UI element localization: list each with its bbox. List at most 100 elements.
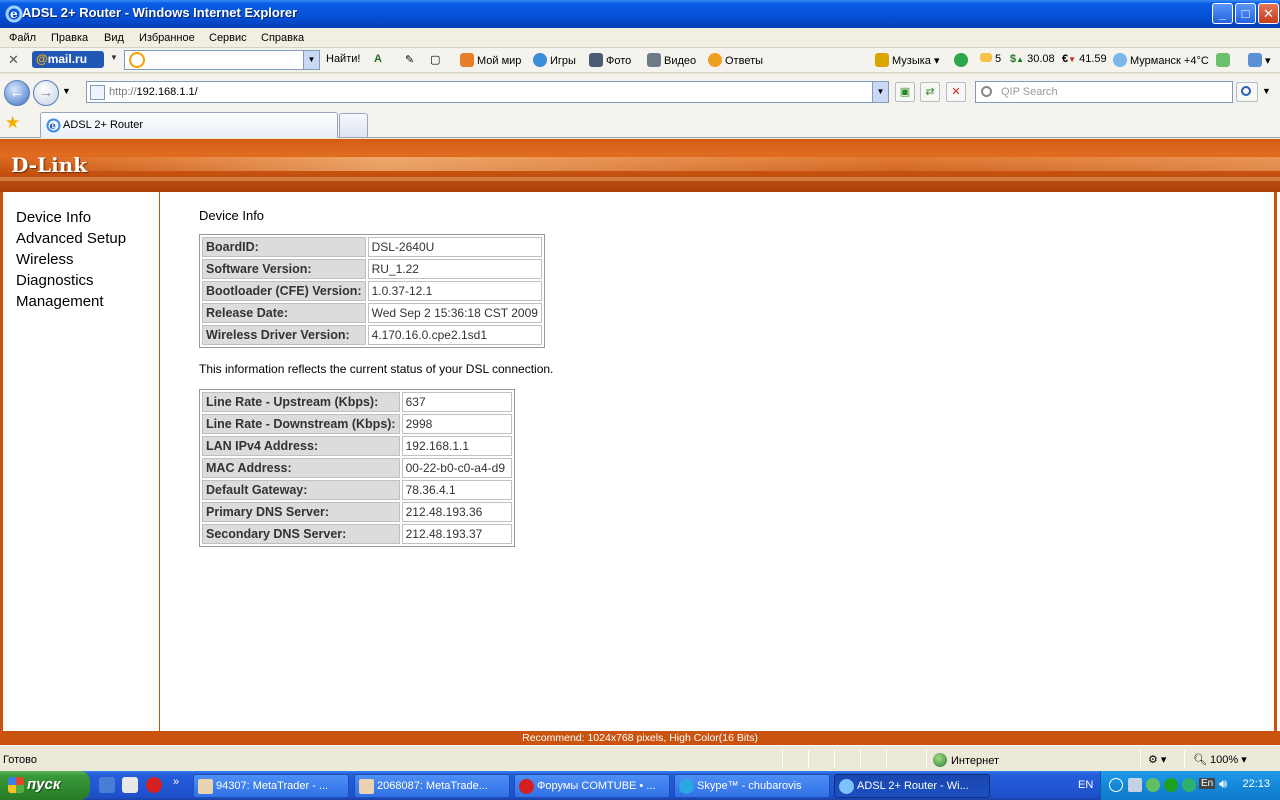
chevron-left-icon[interactable]	[1109, 778, 1123, 792]
page-icon[interactable]: ▢	[430, 53, 440, 66]
weather-link[interactable]: Мурманск +4°C	[1113, 53, 1209, 67]
task-skype[interactable]: Skype™ - chubarovis	[674, 774, 830, 798]
search-go-button[interactable]	[1236, 82, 1258, 102]
close-button[interactable]: ✕	[1258, 3, 1279, 24]
zoom-level[interactable]: 🔍︎ 100% ▾	[1193, 753, 1247, 766]
usd-rate[interactable]: $▲ 30.08	[1010, 53, 1055, 65]
globe-icon	[533, 53, 547, 67]
status-bar: Готово Интернет ⚙ ▾ 🔍︎ 100% ▾	[0, 745, 1280, 771]
table-row: Bootloader (CFE) Version: 1.0.37-12.1	[202, 281, 542, 301]
nav-device-info[interactable]: Device Info	[16, 209, 91, 226]
table-row: Primary DNS Server: 212.48.193.36	[202, 502, 512, 522]
dlink-logo: D-Link	[11, 153, 88, 177]
chevron-down-icon[interactable]: ▼	[1262, 86, 1271, 96]
qip-search-input[interactable]: QIP Search	[975, 81, 1233, 103]
resolution-footer: Recommend: 1024x768 pixels, High Color(1…	[0, 731, 1280, 745]
nav-advanced-setup[interactable]: Advanced Setup	[16, 230, 126, 247]
mail-counter[interactable]: 5	[980, 53, 1001, 65]
device-info-table: BoardID: DSL-2640U Software Version: RU_1.…	[199, 234, 545, 348]
volume-icon[interactable]: 🔊︎	[1219, 776, 1227, 792]
chevron-down-icon[interactable]: ▼	[62, 86, 71, 96]
task-opera-comtube[interactable]: Форумы COMTUBE • ...	[514, 774, 670, 798]
foto-link[interactable]: Фото	[589, 53, 631, 67]
mailru-search-input[interactable]: ▼	[124, 50, 320, 70]
refresh-icon[interactable]: ⇄	[920, 82, 940, 102]
chevron-down-icon[interactable]: ▼	[872, 82, 888, 102]
search-icon	[1241, 86, 1251, 96]
security-zone[interactable]: Интернет	[933, 753, 999, 767]
music-icon	[875, 53, 889, 67]
system-tray: En 🔊︎ 22:13	[1100, 771, 1280, 800]
nav-management[interactable]: Management	[16, 293, 104, 310]
search-icon	[129, 52, 145, 68]
globe-icon	[933, 753, 947, 767]
internet-explorer-icon: e	[5, 5, 23, 23]
compatibility-icon[interactable]: ▣	[895, 82, 915, 102]
otvety-link[interactable]: Ответы	[708, 53, 763, 67]
task-metatrader-2[interactable]: 2068087: MetaTrade...	[354, 774, 510, 798]
forward-button[interactable]: →	[33, 80, 59, 106]
menu-tools[interactable]: Сервис	[209, 32, 247, 44]
back-button[interactable]: ←	[4, 80, 30, 106]
favorites-star-icon[interactable]: ★	[5, 113, 20, 133]
task-metatrader-1[interactable]: 94307: MetaTrader - ...	[193, 774, 349, 798]
toolbar-close-icon[interactable]: ✕	[8, 52, 19, 68]
new-tab-button[interactable]	[339, 113, 368, 137]
question-icon	[708, 53, 722, 67]
video-link[interactable]: Видео	[647, 53, 696, 67]
start-button[interactable]: пуск	[0, 771, 90, 800]
dsl-status-table: Line Rate - Upstream (Kbps): 637 Line Rat…	[199, 389, 515, 547]
chevron-down-icon[interactable]: ▼	[303, 51, 319, 69]
menu-edit[interactable]: Правка	[51, 32, 88, 44]
chat-icon[interactable]	[954, 53, 971, 67]
nav-wireless[interactable]: Wireless	[16, 251, 74, 268]
protected-mode-icon[interactable]: ⚙ ▾	[1148, 753, 1166, 766]
eur-rate[interactable]: €▼ 41.59	[1062, 53, 1107, 65]
minimize-button[interactable]: _	[1212, 3, 1233, 24]
opera-icon[interactable]	[146, 777, 162, 793]
chevron-down-icon[interactable]: ▼	[110, 53, 118, 62]
tab-adsl-router[interactable]: e ADSL 2+ Router	[40, 112, 338, 138]
show-desktop-icon[interactable]	[99, 777, 115, 793]
mailru-toolbar: ✕ @mail.ru ▼ ▼ Найти! A ✎ ▢ Мой мир Игры…	[0, 48, 1280, 73]
keyboard-lang-indicator[interactable]: En	[1199, 778, 1216, 789]
menu-file[interactable]: Файл	[9, 32, 36, 44]
find-button[interactable]: Найти!	[326, 53, 360, 65]
check-icon[interactable]	[1146, 778, 1160, 792]
menu-favorites[interactable]: Избранное	[139, 32, 195, 44]
stop-icon[interactable]: ✕	[946, 82, 966, 102]
window-title-bar[interactable]: e ADSL 2+ Router - Windows Internet Expl…	[0, 0, 1280, 28]
address-input[interactable]: http://192.168.1.1/ ▼	[86, 81, 889, 103]
task-internet-explorer[interactable]: ADSL 2+ Router - Wi...	[834, 774, 990, 798]
mailru-logo[interactable]: @mail.ru	[32, 51, 104, 68]
status-note: This information reflects the current st…	[199, 362, 554, 376]
igry-link[interactable]: Игры	[533, 53, 576, 67]
chevron-double-right-icon[interactable]: »	[173, 776, 179, 788]
maximize-button[interactable]: □	[1235, 3, 1256, 24]
nav-diagnostics[interactable]: Diagnostics	[16, 272, 94, 289]
skype-status-icon[interactable]	[1182, 778, 1196, 792]
settings-icon[interactable]: ▾	[1248, 53, 1271, 67]
table-row: Software Version: RU_1.22	[202, 259, 542, 279]
moy-mir-link[interactable]: Мой мир	[460, 53, 521, 67]
menu-help[interactable]: Справка	[261, 32, 304, 44]
text-size-icon[interactable]: A	[374, 53, 382, 65]
cloud-icon	[1113, 53, 1127, 67]
language-indicator[interactable]: EN	[1078, 779, 1093, 791]
icq-icon[interactable]	[1164, 778, 1178, 792]
opera-icon	[519, 779, 534, 794]
menu-view[interactable]: Вид	[104, 32, 124, 44]
router-page: D-Link Device Info Advanced Setup Wirele…	[0, 139, 1280, 745]
url-text[interactable]: http://192.168.1.1/	[109, 86, 198, 98]
network-icon[interactable]	[1128, 778, 1142, 792]
table-row: Default Gateway: 78.36.4.1	[202, 480, 512, 500]
camera-icon	[589, 53, 603, 67]
search-icon	[981, 86, 992, 97]
table-row: Secondary DNS Server: 212.48.193.37	[202, 524, 512, 544]
map-icon[interactable]	[1216, 53, 1233, 67]
muzyka-link[interactable]: Музыка ▾	[875, 53, 940, 67]
left-navigation: Device Info Advanced Setup Wireless Diag…	[0, 192, 160, 731]
page-heading: Device Info	[199, 208, 265, 223]
network-icon[interactable]	[122, 777, 138, 793]
pencil-icon[interactable]: ✎	[405, 53, 414, 66]
